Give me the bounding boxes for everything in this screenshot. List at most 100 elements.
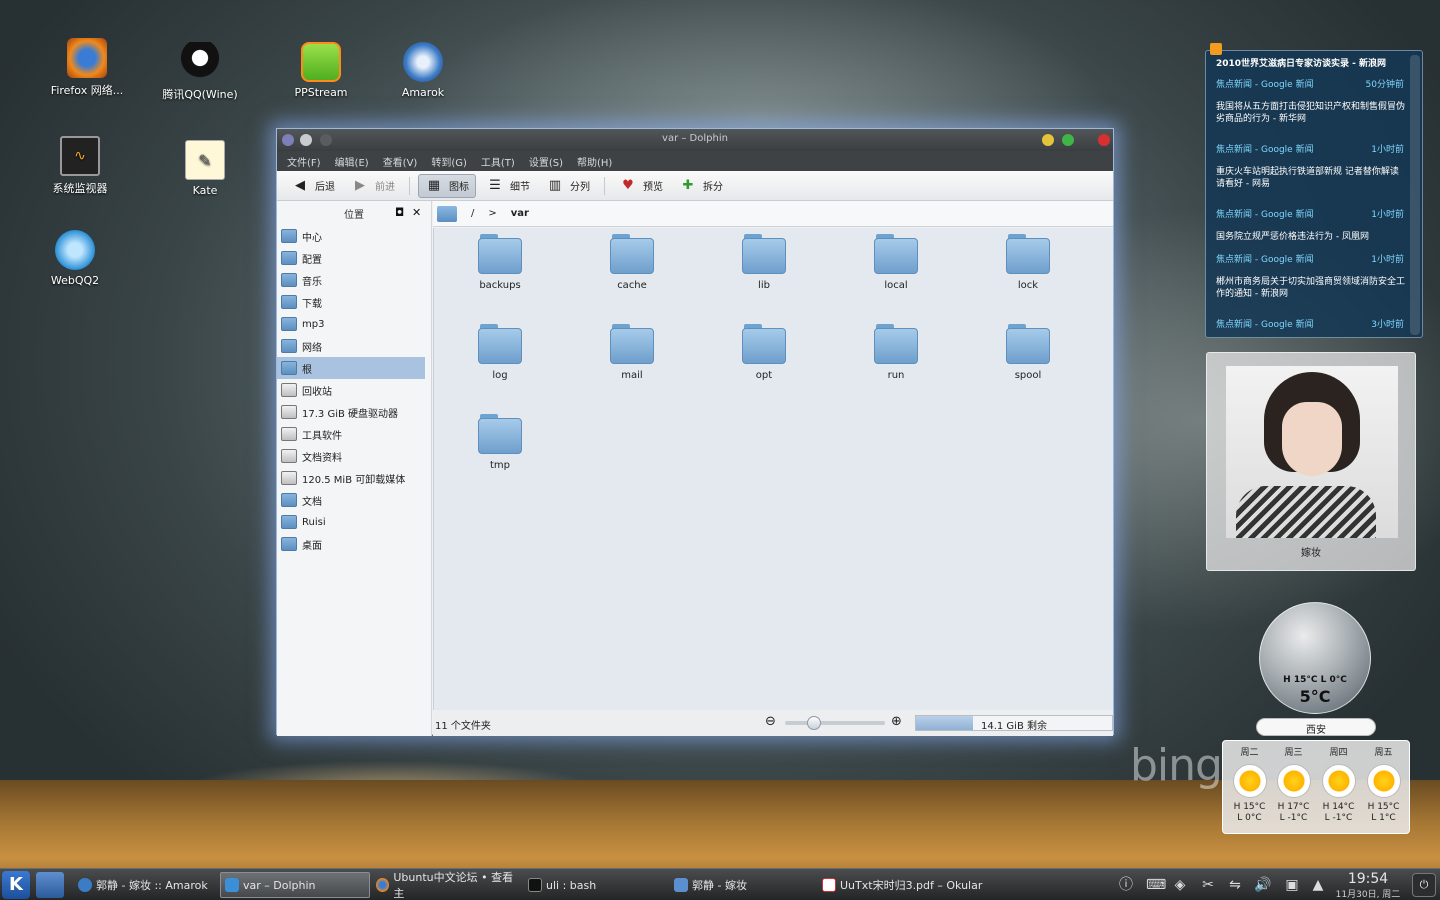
menu-tools[interactable]: 工具(T) — [481, 154, 515, 169]
folder-item[interactable]: mail — [582, 324, 682, 381]
zoom-slider[interactable] — [785, 716, 885, 730]
folder-item[interactable]: backups — [450, 234, 550, 291]
menu-edit[interactable]: 编辑(E) — [335, 154, 369, 169]
sunny-icon — [1276, 764, 1311, 798]
preview-button[interactable]: ♥ 预览 — [613, 175, 669, 197]
weather-city-selector[interactable]: 西安 — [1256, 718, 1376, 736]
places-item[interactable]: 音乐 — [277, 269, 431, 291]
task-okular[interactable]: UuTxt宋时归3.pdf – Okular — [818, 872, 988, 898]
device-notifier-icon[interactable]: ▣ — [1284, 877, 1300, 893]
folder-item[interactable]: spool — [978, 324, 1078, 381]
news-headline[interactable]: 重庆火车站明起执行铁道部新规 记者替你解读请看好 - 网易 — [1216, 166, 1406, 190]
desktop-icon-ppstream[interactable]: PPStream — [266, 42, 376, 99]
task-dolphin[interactable]: var – Dolphin — [220, 872, 370, 898]
menu-file[interactable]: 文件(F) — [287, 154, 321, 169]
desktop-icon-webqq2[interactable]: WebQQ2 — [20, 230, 130, 287]
news-source: 焦点新闻 - Google 新闻 — [1216, 210, 1314, 220]
places-item[interactable]: Ruisi — [277, 511, 431, 533]
desktop-icon-firefox[interactable]: Firefox 网络... — [32, 38, 142, 98]
breadcrumb-root[interactable]: / — [471, 208, 474, 219]
task-firefox[interactable]: Ubuntu中文论坛 • 查看主 — [372, 871, 522, 900]
desktop-icon-amarok[interactable]: Amarok — [368, 42, 478, 99]
folder-item[interactable]: run — [846, 324, 946, 381]
places-item-label: mp3 — [302, 318, 325, 330]
news-headline[interactable]: 国务院立规严惩价格违法行为 - 凤凰网 — [1216, 231, 1406, 243]
places-item[interactable]: 120.5 MiB 可卸载媒体 — [277, 467, 431, 489]
news-headline[interactable]: 郴州市商务局关于切实加强商贸领域消防安全工作的通知 - 新浪网 — [1216, 276, 1406, 300]
trash-icon — [281, 383, 297, 397]
tray-expand-icon[interactable]: ▲ — [1310, 877, 1326, 893]
menu-go[interactable]: 转到(G) — [431, 154, 467, 169]
breadcrumb-current[interactable]: var — [511, 208, 529, 219]
places-item[interactable]: 下载 — [277, 291, 431, 313]
details-view-button[interactable]: ☰ 细节 — [480, 175, 536, 197]
folder-item[interactable]: log — [450, 324, 550, 381]
places-item[interactable]: 17.3 GiB 硬盘驱动器 — [277, 401, 431, 423]
news-source: 焦点新闻 - Google 新闻 — [1216, 80, 1314, 90]
network-manager-icon[interactable]: ◈ — [1172, 877, 1188, 893]
forecast-day: 周二 H 15°C L 0°C — [1227, 745, 1272, 824]
float-panel-icon[interactable]: ◘ — [395, 206, 404, 219]
news-scrollbar[interactable] — [1410, 55, 1420, 335]
places-item[interactable]: 文档 — [277, 489, 431, 511]
folder-icon — [281, 229, 297, 243]
split-button[interactable]: ✚ 拆分 — [673, 175, 729, 197]
places-item[interactable]: 工具软件 — [277, 423, 431, 445]
folder-item[interactable]: cache — [582, 234, 682, 291]
places-item-label: 音乐 — [302, 276, 322, 288]
zoom-slider-handle[interactable] — [807, 716, 821, 730]
show-desktop-icon[interactable] — [36, 872, 64, 898]
photo-face — [1282, 402, 1342, 476]
task-konsole[interactable]: uli : bash — [524, 872, 664, 898]
volume-icon[interactable]: 🔊 — [1254, 877, 1271, 893]
folder-item[interactable]: local — [846, 234, 946, 291]
clock[interactable]: 19:54 11月30日, 周二 — [1330, 871, 1406, 900]
connection-icon[interactable]: ⇋ — [1227, 877, 1243, 893]
maximize-button[interactable] — [1062, 134, 1074, 146]
zoom-in-icon[interactable]: ⊕ — [891, 714, 902, 729]
icons-view-button[interactable]: ▦ 图标 — [418, 173, 476, 198]
close-panel-icon[interactable]: ✕ — [412, 206, 421, 219]
menu-view[interactable]: 查看(V) — [383, 154, 418, 169]
folder-home-icon[interactable] — [437, 205, 457, 222]
menu-help[interactable]: 帮助(H) — [577, 154, 612, 169]
close-button[interactable] — [1098, 134, 1110, 146]
task-amarok-notification[interactable]: 郭静 - 嫁妆 — [670, 872, 810, 898]
folder-item[interactable]: tmp — [450, 414, 550, 471]
arrow-right-icon: ▶ — [355, 178, 365, 193]
forward-button[interactable]: ▶ 前进 — [345, 175, 401, 197]
zoom-out-icon[interactable]: ⊖ — [765, 714, 776, 729]
places-list: 中心 配置音乐下载 mp3 网络根回收站 17.3 GiB 硬盘驱动器 工具软件 文档资料 1… — [277, 225, 431, 555]
places-item[interactable]: 回收站 — [277, 379, 431, 401]
keyboard-icon[interactable]: ⌨ — [1146, 877, 1166, 893]
folder-item[interactable]: lock — [978, 234, 1078, 291]
desktop-icon-system-monitor[interactable]: ∿ 系统监视器 — [25, 136, 135, 196]
places-item[interactable]: 桌面 — [277, 533, 431, 555]
folder-item[interactable]: lib — [714, 234, 814, 291]
desktop-icon-kate[interactable]: ✎ Kate — [150, 140, 260, 197]
folder-item[interactable]: opt — [714, 324, 814, 381]
places-item[interactable]: mp3 — [277, 313, 431, 335]
statusbar: 11 个文件夹 ⊖ ⊕ 14.1 GiB 剩余 — [433, 710, 1113, 736]
menu-settings[interactable]: 设置(S) — [529, 154, 563, 169]
places-item[interactable]: 网络 — [277, 335, 431, 357]
news-feed-title[interactable]: 2010世界艾滋病日专家访谈实录 - 新浪网 — [1216, 56, 1386, 69]
desktop-icon-qq[interactable]: 腾讯QQ(Wine) — [145, 42, 255, 102]
back-button[interactable]: ◀ 后退 — [285, 175, 341, 197]
places-item[interactable]: 中心 — [277, 225, 431, 247]
qq-penguin-icon — [180, 42, 220, 82]
info-icon[interactable]: ⓘ — [1118, 877, 1134, 893]
minimize-button[interactable] — [1042, 134, 1054, 146]
news-headline[interactable]: 我国将从五方面打击侵犯知识产权和制售假冒伪劣商品的行为 - 新华网 — [1216, 101, 1406, 125]
task-amarok[interactable]: 郭静 - 嫁妆 :: Amarok — [74, 872, 216, 898]
power-icon[interactable]: ⏻ — [1412, 873, 1436, 897]
places-item[interactable]: 根 — [277, 357, 425, 379]
klipper-scissors-icon[interactable]: ✂ — [1200, 877, 1216, 893]
columns-view-button[interactable]: ▥ 分列 — [540, 175, 596, 197]
folder-label: spool — [1014, 370, 1042, 381]
places-item[interactable]: 配置 — [277, 247, 431, 269]
places-item[interactable]: 文档资料 — [277, 445, 431, 467]
kde-menu-icon[interactable]: K — [2, 871, 30, 899]
window-titlebar[interactable]: var – Dolphin — [277, 129, 1113, 151]
task-label: UuTxt宋时归3.pdf – Okular — [840, 879, 983, 892]
